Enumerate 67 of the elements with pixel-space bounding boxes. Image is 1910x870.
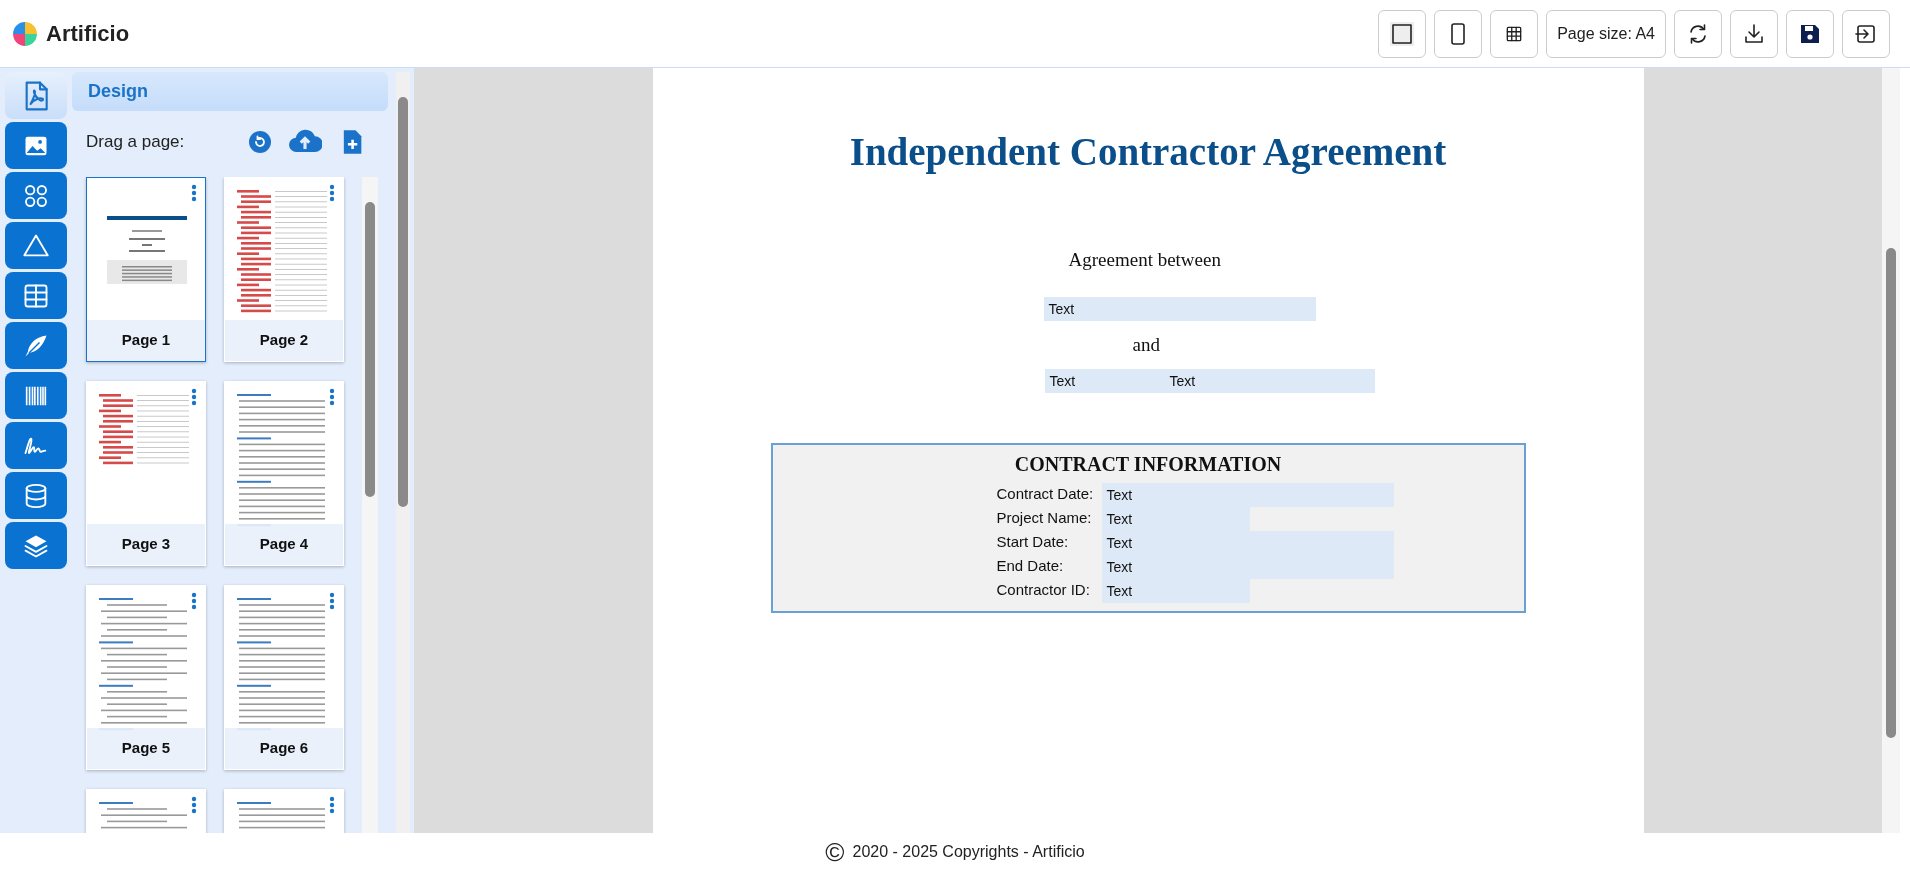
text-field[interactable]: Text (1101, 506, 1250, 531)
square-button[interactable] (1378, 9, 1427, 58)
field-label: End Date: (996, 556, 1065, 577)
text-field[interactable]: Text (1101, 482, 1394, 507)
square-icon (1390, 21, 1415, 46)
section-heading: CONTRACT INFORMATION (1014, 451, 1282, 477)
page-thumbnail[interactable]: Page 2 (224, 176, 344, 362)
scrollbar[interactable] (362, 176, 378, 833)
kebab-menu-icon (329, 591, 335, 610)
text-field[interactable]: Text (1101, 554, 1394, 579)
copyright-text: 2020 - 2025 Copyrights - Artificio (852, 841, 1085, 862)
drag-hint: Drag a page: (86, 130, 185, 153)
kebab-menu-icon (191, 795, 197, 814)
page-label: Page 3 (87, 523, 205, 565)
kebab-menu-icon (329, 795, 335, 814)
page-label: Page 4 (225, 523, 343, 565)
tool-button[interactable] (5, 522, 67, 569)
kebab-menu-icon (191, 591, 197, 610)
page-size-button[interactable]: Page size: A4 (1546, 9, 1666, 58)
tool-button[interactable] (5, 322, 67, 369)
field-label: Project Name: (996, 508, 1093, 529)
refresh-icon (248, 129, 272, 154)
grid-button[interactable] (1490, 9, 1539, 58)
download-icon (1742, 21, 1766, 46)
kebab-menu-icon (191, 387, 197, 406)
tool-button[interactable] (5, 272, 67, 319)
logo-icon (12, 20, 38, 47)
text-field[interactable]: Text (1164, 368, 1375, 393)
field-label: Contractor ID: (996, 580, 1091, 601)
page-label: Page 5 (87, 727, 205, 769)
page-thumbnail[interactable]: Page 1 (86, 176, 206, 362)
portrait-button[interactable] (1434, 9, 1483, 58)
save-button[interactable] (1786, 9, 1834, 58)
refresh-button[interactable] (1674, 9, 1722, 58)
scrollbar[interactable] (1882, 68, 1900, 833)
text-field[interactable]: Text (1044, 368, 1165, 393)
text-field[interactable]: Text (1043, 297, 1316, 321)
document-title: Independent Contractor Agreement (848, 129, 1448, 176)
page-thumbnail[interactable]: Page 4 (224, 380, 344, 566)
page-thumbnail[interactable]: Page 3 (86, 380, 206, 566)
tool-button[interactable] (5, 372, 67, 419)
tool-button[interactable] (5, 222, 67, 269)
page-label: Page 1 (87, 319, 205, 361)
joiner-text: and (1132, 333, 1160, 357)
panel-header: Design (72, 72, 388, 111)
exit-button[interactable] (1842, 9, 1890, 58)
tool-button[interactable] (5, 472, 67, 519)
scrollbar[interactable] (396, 72, 410, 833)
intro-text: Agreement between (1068, 247, 1221, 272)
kebab-menu-icon (191, 183, 197, 202)
page-label: Page 2 (225, 319, 343, 361)
app-name: Artificio (46, 20, 130, 48)
tool-button[interactable] (5, 122, 67, 169)
page-thumbnail[interactable]: Page 5 (86, 584, 206, 770)
page-thumbnail[interactable]: Page 6 (224, 584, 344, 770)
kebab-menu-icon (329, 183, 335, 202)
text-field[interactable]: Text (1101, 578, 1250, 603)
download-button[interactable] (1730, 9, 1778, 58)
text-field[interactable]: Text (1101, 530, 1394, 555)
tool-button[interactable] (5, 72, 67, 119)
copyright-symbol: © (825, 838, 845, 865)
kebab-menu-icon (329, 387, 335, 406)
page-label: Page 6 (225, 727, 343, 769)
field-label: Start Date: (996, 532, 1070, 553)
field-label: Contract Date: (996, 484, 1095, 505)
tool-button[interactable] (5, 422, 67, 469)
tool-button[interactable] (5, 172, 67, 219)
